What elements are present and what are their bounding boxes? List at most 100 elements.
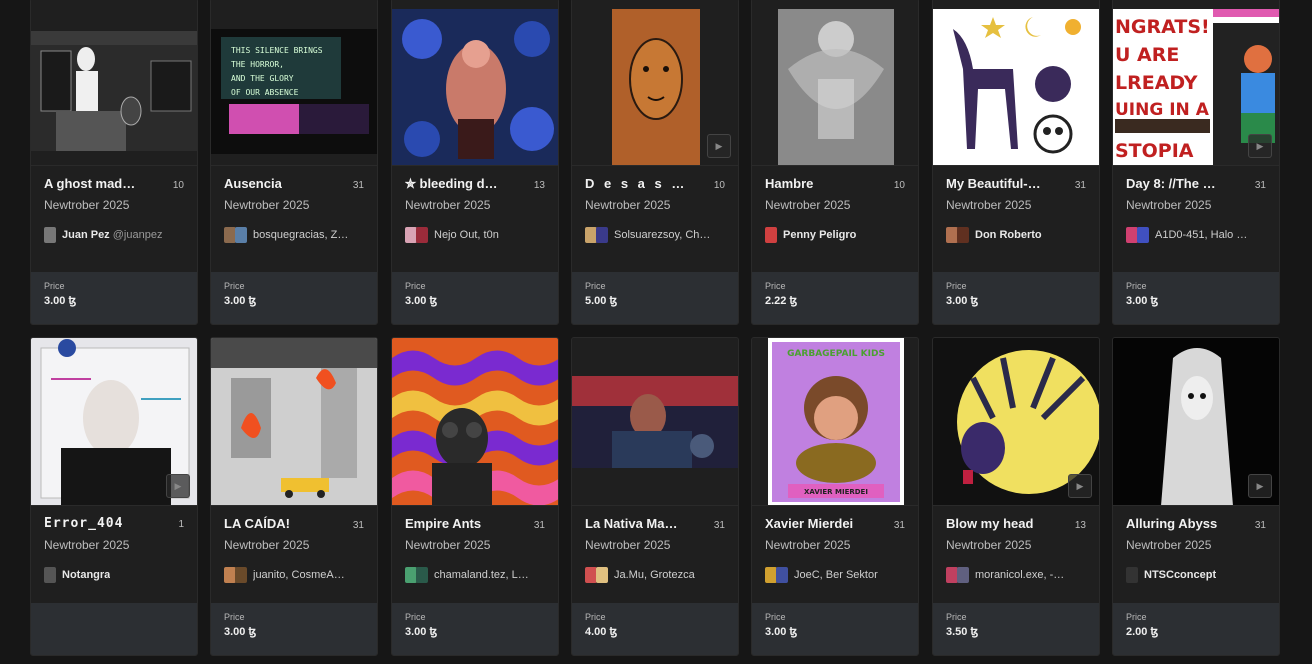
artwork-card[interactable]: Hambre 10 Newtrober 2025 Penny Peligro P… (751, 0, 919, 325)
artwork-thumbnail[interactable]: ▶ (933, 338, 1099, 506)
artwork-title[interactable]: Hambre (765, 176, 813, 191)
artwork-title[interactable]: A ghost mad… (44, 176, 135, 191)
artwork-title[interactable]: La Nativa Ma… (585, 516, 677, 531)
artist-avatars (405, 567, 428, 583)
collection-name[interactable]: Newtrober 2025 (765, 198, 905, 212)
artwork-thumbnail[interactable] (392, 0, 558, 166)
price-label: Price (405, 281, 426, 291)
artwork-title[interactable]: My Beautiful-… (946, 176, 1041, 191)
artist-names[interactable]: moranicol.exe, -… (975, 569, 1064, 581)
artist-names[interactable]: A1D0-451, Halo … (1155, 229, 1247, 241)
artist-names[interactable]: Solsuarezsoy, Ch… (614, 229, 710, 241)
collection-name[interactable]: Newtrober 2025 (405, 538, 545, 552)
artwork-card[interactable]: My Beautiful-… 31 Newtrober 2025 Don Rob… (932, 0, 1100, 325)
price-value: 3.00 ꜩ (224, 626, 257, 638)
collection-name[interactable]: Newtrober 2025 (44, 538, 184, 552)
artwork-card[interactable]: ▶ Blow my head 13 Newtrober 2025 moranic… (932, 337, 1100, 656)
artist-name[interactable]: Penny Peligro (783, 229, 856, 241)
artwork-thumbnail[interactable]: ▶ (1113, 338, 1279, 506)
artist-names[interactable]: juanito, CosmeA… (253, 569, 345, 581)
avatar (1137, 227, 1149, 243)
avatar (596, 227, 608, 243)
artwork-title[interactable]: LA CAÍDA! (224, 516, 290, 531)
artwork-title[interactable]: Error_404 (44, 516, 123, 531)
collection-name[interactable]: Newtrober 2025 (405, 198, 545, 212)
artist-names[interactable]: Penny Peligro (783, 229, 856, 241)
collection-name[interactable]: Newtrober 2025 (1126, 538, 1266, 552)
artwork-title[interactable]: Xavier Mierdei (765, 516, 853, 531)
play-icon[interactable]: ▶ (166, 474, 190, 498)
artwork-card[interactable]: GARBAGEPAIL KIDS XAVIER MIERDEI Xavier M… (751, 337, 919, 656)
artwork-thumbnail[interactable] (31, 0, 197, 166)
artist-name[interactable]: Don Roberto (975, 229, 1042, 241)
artist-name[interactable]: Notangra (62, 569, 110, 581)
artist-name[interactable]: Juan Pez (62, 229, 110, 241)
artwork-thumbnail[interactable] (933, 0, 1099, 166)
artwork-title[interactable]: Ausencia (224, 176, 282, 191)
artwork-card[interactable]: THIS SILENCE BRINGS THE HORROR, AND THE … (210, 0, 378, 325)
artwork-card[interactable]: LA CAÍDA! 31 Newtrober 2025 juanito, Cos… (210, 337, 378, 656)
collection-name[interactable]: Newtrober 2025 (585, 198, 725, 212)
artwork-title[interactable]: ✮ bleeding d… (405, 176, 498, 192)
artist-names[interactable]: chamaland.tez, L… (434, 569, 529, 581)
artwork-card[interactable]: La Nativa Ma… 31 Newtrober 2025 Ja.Mu, G… (571, 337, 739, 656)
artwork-thumbnail[interactable] (752, 0, 918, 166)
artist-names[interactable]: Juan Pez @juanpez (62, 229, 162, 241)
artwork-card[interactable]: ✮ bleeding d… 13 Newtrober 2025 Nejo Out… (391, 0, 559, 325)
collection-name[interactable]: Newtrober 2025 (1126, 198, 1266, 212)
artwork-title[interactable]: Day 8: //The … (1126, 176, 1216, 191)
artist-names[interactable]: Ja.Mu, Grotezca (614, 569, 695, 581)
edition-count: 13 (533, 180, 545, 191)
artist-names[interactable]: Nejo Out, t0n (434, 229, 499, 241)
artwork-title[interactable]: Alluring Abyss (1126, 516, 1217, 531)
artwork-card[interactable]: Empire Ants 31 Newtrober 2025 chamaland.… (391, 337, 559, 656)
collection-name[interactable]: Newtrober 2025 (765, 538, 905, 552)
artwork-card[interactable]: NGRATS! U ARE LREADY UING IN A STOPIA ▶ … (1112, 0, 1280, 325)
artwork-title[interactable]: Empire Ants (405, 516, 481, 531)
artwork-thumbnail[interactable]: ▶ (572, 0, 738, 166)
avatar (416, 567, 428, 583)
collection-name[interactable]: Newtrober 2025 (585, 538, 725, 552)
play-icon[interactable]: ▶ (1068, 474, 1092, 498)
price-box: Price 3.00 ꜩ (752, 603, 918, 655)
artist-names[interactable]: JoeC, Ber Sektor (794, 569, 878, 581)
art-text-line: XAVIER MIERDEI (804, 488, 868, 496)
artwork-card[interactable]: A ghost mad… 10 Newtrober 2025 Juan Pez … (30, 0, 198, 325)
price-value: 3.00 ꜩ (224, 295, 257, 307)
price-value: 2.22 ꜩ (765, 295, 798, 307)
artwork-image-desas (612, 9, 700, 165)
artist-name[interactable]: NTSCconcept (1144, 569, 1216, 581)
artwork-title[interactable]: Blow my head (946, 516, 1033, 531)
price-box: Price 3.50 ꜩ (933, 603, 1099, 655)
artwork-card[interactable]: ▶ Alluring Abyss 31 Newtrober 2025 NTSCc… (1112, 337, 1280, 656)
artwork-title[interactable]: D e s a s … (585, 176, 687, 191)
artwork-card[interactable]: ▶ D e s a s … 10 Newtrober 2025 Solsuare… (571, 0, 739, 325)
art-text-line: U ARE (1115, 44, 1179, 66)
collection-name[interactable]: Newtrober 2025 (224, 538, 364, 552)
artwork-thumbnail[interactable]: GARBAGEPAIL KIDS XAVIER MIERDEI (752, 338, 918, 506)
price-value: 3.00 ꜩ (1126, 295, 1159, 307)
collection-name[interactable]: Newtrober 2025 (946, 198, 1086, 212)
artist-handle[interactable]: @juanpez (113, 229, 163, 241)
play-icon[interactable]: ▶ (707, 134, 731, 158)
artist-names[interactable]: bosquegracias, Z… (253, 229, 348, 241)
artwork-thumbnail[interactable]: NGRATS! U ARE LREADY UING IN A STOPIA ▶ (1113, 0, 1279, 166)
artwork-thumbnail[interactable]: THIS SILENCE BRINGS THE HORROR, AND THE … (211, 0, 377, 166)
artist-names[interactable]: Notangra (62, 569, 110, 581)
artist-names[interactable]: Don Roberto (975, 229, 1042, 241)
artwork-thumbnail[interactable] (211, 338, 377, 506)
artist-names[interactable]: NTSCconcept (1144, 569, 1216, 581)
artist-avatars (585, 227, 608, 243)
artwork-thumbnail[interactable] (572, 338, 738, 506)
artist-avatars (946, 567, 969, 583)
collection-name[interactable]: Newtrober 2025 (44, 198, 184, 212)
artwork-thumbnail[interactable]: ▶ (31, 338, 197, 506)
artwork-thumbnail[interactable] (392, 338, 558, 506)
play-icon[interactable]: ▶ (1248, 474, 1272, 498)
artwork-card[interactable]: ▶ Error_404 1 Newtrober 2025 Notangra (30, 337, 198, 656)
price-label: Price (405, 612, 426, 622)
artist-avatars (1126, 567, 1138, 583)
collection-name[interactable]: Newtrober 2025 (224, 198, 364, 212)
play-icon[interactable]: ▶ (1248, 134, 1272, 158)
collection-name[interactable]: Newtrober 2025 (946, 538, 1086, 552)
